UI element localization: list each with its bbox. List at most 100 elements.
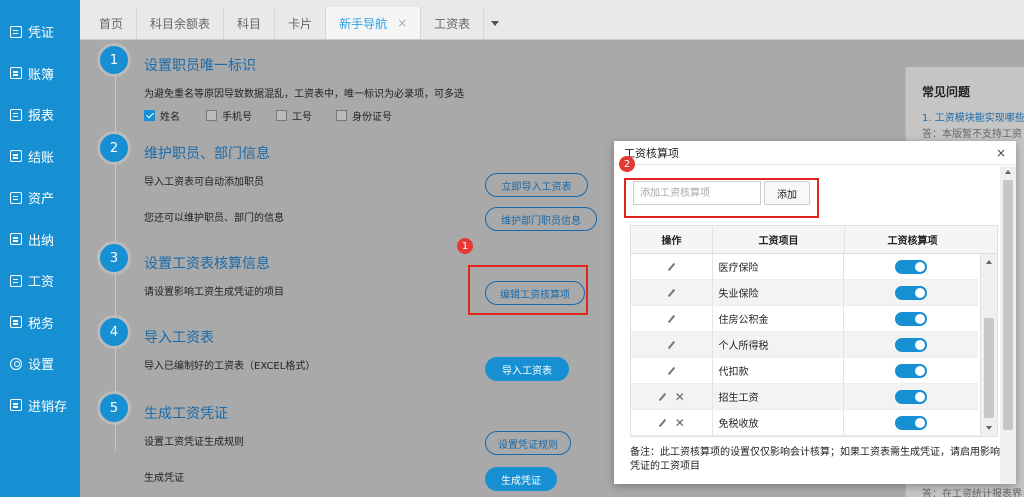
- import-salary-button[interactable]: 立即导入工资表: [485, 173, 588, 197]
- faq-answer: 答：本版暂不支持工资: [922, 129, 1022, 140]
- scrollbar-thumb[interactable]: [1003, 180, 1013, 430]
- edit-icon[interactable]: [667, 366, 675, 375]
- calc-toggle[interactable]: [894, 363, 927, 378]
- sidebar-item-label: 税务: [28, 316, 55, 332]
- sidebar-item[interactable]: 进销存: [0, 385, 80, 427]
- cashier-icon: [10, 233, 22, 246]
- checkout-icon: [10, 150, 22, 163]
- checkbox-phone[interactable]: 手机号: [206, 108, 252, 123]
- step-description: 导入已编制好的工资表（EXCEL格式）: [144, 361, 316, 372]
- faq-answer: 答：在工资统计报表界: [922, 489, 1022, 497]
- faq-link[interactable]: 1. 工资模块能实现哪些功能: [922, 109, 1024, 124]
- salary-items-table: 操作 工资项目 工资核算项 医疗保险 失业保险 住房公积金 个人所得税 代扣款 ✕ 招生工资…: [630, 225, 998, 437]
- sidebar: 凭证 账簿 报表 结账 资产出纳工资税务设置 进销存: [0, 0, 80, 497]
- step-text: 生成凭证: [144, 473, 184, 484]
- report-icon: [10, 108, 22, 121]
- edit-icon[interactable]: [667, 314, 675, 323]
- row-item-name: 免税收放: [713, 410, 844, 435]
- tab-salary-sheet[interactable]: 工资表: [421, 7, 485, 39]
- row-toggle-cell: [844, 358, 978, 383]
- checkbox-id-card[interactable]: 身份证号: [336, 108, 392, 123]
- row-item-name: 失业保险: [713, 280, 844, 305]
- edit-icon[interactable]: [658, 392, 666, 401]
- tab-more-button[interactable]: [484, 7, 506, 39]
- row-toggle-cell: [844, 280, 978, 305]
- step-number: 1: [97, 43, 131, 77]
- tab-label: 科目余额表: [150, 16, 211, 31]
- calc-toggle[interactable]: [894, 389, 927, 404]
- calc-toggle[interactable]: [894, 311, 927, 326]
- close-icon[interactable]: ×: [397, 16, 407, 30]
- tab-subject[interactable]: 科目: [224, 7, 276, 39]
- annotation-badge: 2: [619, 156, 635, 172]
- checkbox-box[interactable]: [206, 110, 217, 121]
- sidebar-item[interactable]: 账簿: [0, 53, 80, 95]
- edit-icon[interactable]: [667, 288, 675, 297]
- maintain-staff-button[interactable]: 维护部门职员信息: [485, 207, 597, 231]
- scroll-up-icon[interactable]: [986, 260, 992, 264]
- sidebar-item[interactable]: 税务: [0, 302, 80, 344]
- voucher-icon: [10, 25, 22, 38]
- table-row: 失业保险: [631, 280, 978, 306]
- step-number: 5: [97, 391, 131, 425]
- generate-voucher-button[interactable]: 生成凭证: [485, 467, 557, 491]
- sidebar-item[interactable]: 设置: [0, 343, 80, 385]
- tab-beginner-guide[interactable]: 新手导航 ×: [326, 7, 422, 39]
- sidebar-item[interactable]: 工资: [0, 260, 80, 302]
- edit-icon[interactable]: [658, 418, 666, 427]
- delete-icon[interactable]: ✕: [675, 390, 685, 404]
- column-header-op: 操作: [631, 226, 713, 253]
- step-text: 您还可以维护职员、部门的信息: [144, 213, 284, 224]
- row-item-name: 个人所得税: [713, 332, 844, 357]
- sidebar-item-label: 工资: [28, 275, 55, 291]
- sidebar-item[interactable]: 出纳: [0, 219, 80, 261]
- checkbox-box[interactable]: [336, 110, 347, 121]
- checkbox-box[interactable]: [144, 110, 155, 121]
- checkbox-box[interactable]: [276, 110, 287, 121]
- delete-icon[interactable]: ✕: [675, 416, 685, 430]
- row-toggle-cell: [844, 254, 978, 279]
- row-item-name: 住房公积金: [713, 306, 844, 331]
- edit-icon[interactable]: [667, 262, 675, 271]
- sidebar-item[interactable]: 资产: [0, 177, 80, 219]
- column-header-calc: 工资核算项: [887, 236, 938, 247]
- calc-toggle[interactable]: [894, 259, 927, 274]
- table-row: ✕ 免税收放: [631, 410, 978, 436]
- edit-icon[interactable]: [667, 340, 675, 349]
- row-actions: ✕: [631, 410, 713, 435]
- table-row: 住房公积金: [631, 306, 978, 332]
- checkbox-employee-id[interactable]: 工号: [276, 108, 312, 123]
- checkbox-label: 姓名: [160, 112, 180, 123]
- scroll-up-icon[interactable]: [1005, 170, 1011, 174]
- row-actions: ✕: [631, 384, 713, 409]
- tab-bar: 首页 科目余额表 科目 卡片 新手导航 × 工资表: [80, 0, 1024, 40]
- step-number: 3: [97, 241, 131, 275]
- calc-toggle[interactable]: [894, 415, 927, 430]
- import-salary-sheet-button[interactable]: 导入工资表: [485, 357, 569, 381]
- dialog-scrollbar[interactable]: [1000, 166, 1016, 484]
- tab-home[interactable]: 首页: [86, 7, 138, 39]
- highlight-box: [624, 178, 819, 218]
- calc-toggle[interactable]: [894, 285, 927, 300]
- table-scrollbar[interactable]: [980, 254, 997, 436]
- close-icon[interactable]: ×: [996, 146, 1006, 160]
- checkbox-label: 手机号: [222, 112, 252, 123]
- sidebar-item[interactable]: 结账: [0, 136, 80, 178]
- calc-toggle[interactable]: [894, 337, 927, 352]
- voucher-rule-button[interactable]: 设置凭证规则: [485, 431, 571, 455]
- tab-subject-balance[interactable]: 科目余额表: [137, 7, 225, 39]
- scrollbar-thumb[interactable]: [984, 318, 994, 418]
- sidebar-item[interactable]: 凭证: [0, 11, 80, 53]
- sidebar-item-label: 出纳: [28, 233, 55, 249]
- row-actions: [631, 280, 713, 305]
- row-item-name: 医疗保险: [713, 254, 844, 279]
- sidebar-item[interactable]: 报表: [0, 94, 80, 136]
- scroll-down-icon[interactable]: [986, 426, 992, 430]
- tab-card[interactable]: 卡片: [275, 7, 327, 39]
- step-title: 导入工资表: [144, 330, 214, 346]
- checkbox-name[interactable]: 姓名: [144, 108, 180, 123]
- tax-icon: [10, 316, 22, 329]
- step-title: 生成工资凭证: [144, 406, 228, 422]
- step-title: 设置职员唯一标识: [144, 58, 256, 74]
- step-title: 维护职员、部门信息: [144, 146, 270, 162]
